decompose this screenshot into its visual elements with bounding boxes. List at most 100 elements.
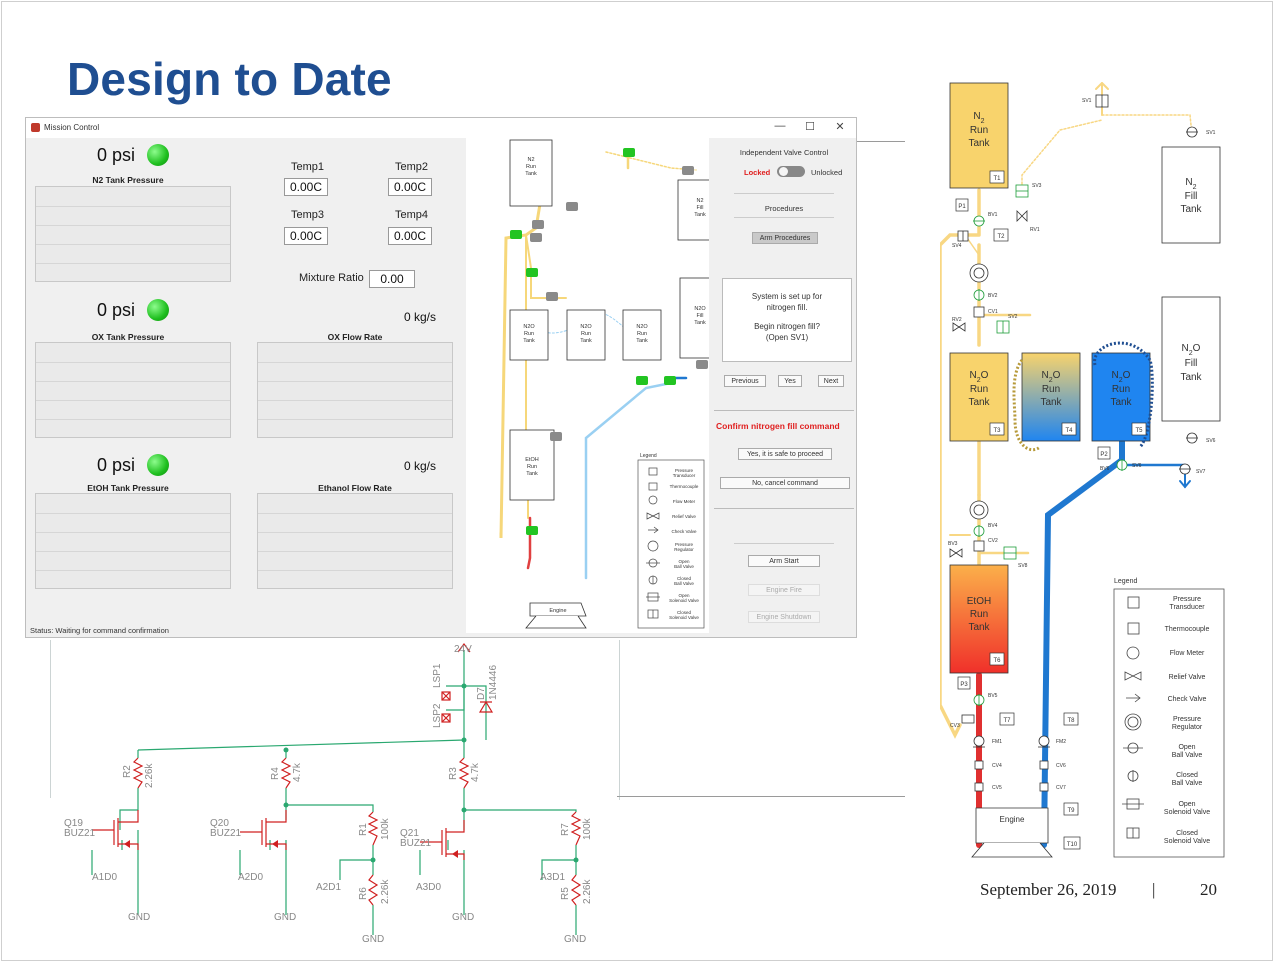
svg-text:Engine: Engine <box>549 608 566 614</box>
svg-text:SV2: SV2 <box>1008 314 1018 320</box>
lock-toggle[interactable] <box>777 166 805 177</box>
svg-text:Solenoid Valve: Solenoid Valve <box>669 615 699 620</box>
svg-text:Ball Valve: Ball Valve <box>1172 752 1203 759</box>
svg-text:SV3: SV3 <box>1032 183 1042 189</box>
page-number: 20 <box>1200 880 1217 899</box>
svg-text:A3D0: A3D0 <box>416 882 441 893</box>
mixture-ratio-label: Mixture Ratio <box>299 272 364 284</box>
svg-text:T5: T5 <box>1135 428 1143 434</box>
svg-text:Run: Run <box>970 125 988 136</box>
pid-small-legend: Legend PressureTransducer Thermocouple F… <box>637 453 705 629</box>
svg-text:BV4: BV4 <box>988 523 998 529</box>
engine-shutdown-button[interactable]: Engine Shutdown <box>748 611 820 623</box>
window-titlebar: Mission Control — ☐ ✕ <box>26 118 856 138</box>
pid-large-diagram: N2 Run Tank N2 Fill Tank N2O Run Tank N2… <box>940 82 1225 858</box>
procedure-message: System is set up for nitrogen fill. Begi… <box>722 278 852 362</box>
svg-text:Check Valve: Check Valve <box>1168 696 1207 703</box>
svg-text:Run: Run <box>637 331 647 337</box>
svg-text:Tank: Tank <box>523 338 535 344</box>
previous-button[interactable]: Previous <box>724 375 766 387</box>
svg-text:R5: R5 <box>560 887 571 900</box>
control-panel: Independent Valve Control Locked Unlocke… <box>714 138 854 633</box>
svg-text:Transducer: Transducer <box>1169 604 1205 611</box>
svg-text:Ball Valve: Ball Valve <box>674 581 694 586</box>
etoh-pressure-plot <box>35 493 231 589</box>
svg-text:Check Valve: Check Valve <box>672 529 697 534</box>
svg-text:P3: P3 <box>960 682 968 688</box>
svg-text:R3: R3 <box>448 767 459 780</box>
svg-text:N2O: N2O <box>694 306 706 312</box>
svg-text:Ball Valve: Ball Valve <box>1172 780 1203 787</box>
svg-text:Pressure: Pressure <box>1173 716 1201 723</box>
svg-text:Tank: Tank <box>1180 372 1202 383</box>
svg-text:Thermocouple: Thermocouple <box>1165 626 1210 633</box>
svg-text:A1D0: A1D0 <box>92 872 117 883</box>
pid-diagram-panel: N2 Run Tank N2 Fill Tank N2O Run Tank N2O R… <box>466 138 723 633</box>
svg-text:FM2: FM2 <box>1056 739 1066 745</box>
svg-text:2.26k: 2.26k <box>144 763 155 788</box>
svg-text:Run: Run <box>970 384 988 395</box>
svg-text:Tank: Tank <box>968 138 990 149</box>
svg-text:T7: T7 <box>1003 718 1011 724</box>
svg-text:Relief Valve: Relief Valve <box>672 514 696 519</box>
svg-text:T6: T6 <box>993 658 1001 664</box>
temp2-field: 0.00C <box>388 178 432 196</box>
svg-text:Flow Meter: Flow Meter <box>673 499 696 504</box>
svg-text:R6: R6 <box>358 887 369 900</box>
svg-text:R2: R2 <box>122 765 133 778</box>
svg-text:Open: Open <box>1178 801 1195 808</box>
svg-text:Engine: Engine <box>1000 815 1025 824</box>
svg-text:P1: P1 <box>958 204 966 210</box>
next-button[interactable]: Next <box>818 375 844 387</box>
svg-text:SV8: SV8 <box>1018 563 1028 569</box>
n2-status-led <box>147 144 169 166</box>
svg-text:Tank: Tank <box>1040 397 1062 408</box>
maximize-button[interactable]: ☐ <box>800 120 820 133</box>
arm-start-button[interactable]: Arm Start <box>748 555 820 567</box>
svg-text:Solenoid Valve: Solenoid Valve <box>1164 838 1210 845</box>
svg-text:CV1: CV1 <box>988 309 998 315</box>
svg-text:A2D1: A2D1 <box>316 882 341 893</box>
svg-text:SV6: SV6 <box>1206 438 1216 444</box>
svg-text:CV7: CV7 <box>1056 785 1066 791</box>
etoh-status-led <box>147 454 169 476</box>
svg-text:BV6: BV6 <box>1100 466 1110 472</box>
mission-control-window: Mission Control — ☐ ✕ 0 psi N2 Tank Pres… <box>25 117 857 638</box>
svg-text:A2D0: A2D0 <box>238 872 263 883</box>
svg-text:Tank: Tank <box>968 622 990 633</box>
svg-text:Run: Run <box>526 164 536 170</box>
arm-procedures-button[interactable]: Arm Procedures <box>752 232 818 244</box>
svg-text:Run: Run <box>527 464 537 470</box>
svg-text:SV6: SV6 <box>1132 463 1142 469</box>
n2-pressure-label: N2 Tank Pressure <box>92 175 164 185</box>
yes-safe-button[interactable]: Yes, it is safe to proceed <box>738 448 832 460</box>
svg-text:D7: D7 <box>476 687 487 700</box>
etoh-pressure-label: EtOH Tank Pressure <box>87 483 169 493</box>
svg-text:BUZ21: BUZ21 <box>400 838 432 849</box>
svg-text:2.26k: 2.26k <box>380 879 391 904</box>
svg-text:FM1: FM1 <box>992 739 1002 745</box>
divider-line <box>857 141 905 142</box>
svg-text:GND: GND <box>452 912 474 923</box>
svg-text:RV1: RV1 <box>1030 227 1040 233</box>
svg-text:4.7k: 4.7k <box>292 762 303 782</box>
svg-text:BV5: BV5 <box>988 693 998 699</box>
svg-text:Run: Run <box>524 331 534 337</box>
status-text: Status: Waiting for command confirmation <box>30 626 169 635</box>
svg-text:100k: 100k <box>582 817 593 840</box>
svg-text:4.7k: 4.7k <box>470 762 481 782</box>
no-cancel-button[interactable]: No, cancel command <box>720 477 850 489</box>
svg-text:GND: GND <box>564 934 586 945</box>
svg-text:2.26k: 2.26k <box>582 879 593 904</box>
svg-text:Regulator: Regulator <box>1172 724 1203 731</box>
svg-text:1N4446: 1N4446 <box>488 665 499 700</box>
minimize-button[interactable]: — <box>770 120 790 132</box>
svg-text:R4: R4 <box>270 767 281 780</box>
close-button[interactable]: ✕ <box>830 120 850 133</box>
svg-text:Fill: Fill <box>696 313 703 319</box>
svg-text:CV3: CV3 <box>950 723 960 729</box>
ox-pressure-label: OX Tank Pressure <box>91 332 165 342</box>
yes-button[interactable]: Yes <box>778 375 802 387</box>
engine-fire-button[interactable]: Engine Fire <box>748 584 820 596</box>
svg-text:BUZ21: BUZ21 <box>64 828 96 839</box>
